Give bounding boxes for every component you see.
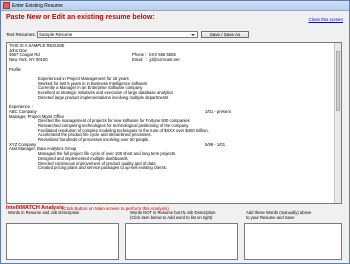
matched-words-label-text: Words in Resume and Job Description bbox=[8, 210, 80, 215]
resume-line: XYZ Company 5/99 - 1/01 bbox=[9, 141, 339, 148]
resume-select-row: Text Resumes: Sample Resume bbox=[6, 31, 198, 38]
matched-words-list[interactable] bbox=[6, 223, 119, 260]
close-screen-link[interactable]: Close this screen bbox=[308, 17, 343, 22]
text-resumes-label: Text Resumes: bbox=[6, 32, 36, 37]
date-line: 1/01 - present bbox=[205, 108, 231, 114]
add-words-label: Add these Words (manually) above to your… bbox=[246, 210, 311, 221]
resume-line: ABC Company 1/01 - present bbox=[9, 108, 339, 115]
app-window: Enter Existing Resume Paste New or Edit … bbox=[0, 0, 350, 264]
window-title: Enter Existing Resume bbox=[12, 2, 63, 9]
resume-select[interactable]: Sample Resume bbox=[37, 31, 198, 38]
resume-line: New York, NY 00100 Email : jd@comcast.net bbox=[9, 57, 339, 63]
company-line: XYZ Company bbox=[9, 141, 37, 147]
scroll-thumb[interactable] bbox=[336, 51, 340, 111]
matched-words-label: Words in Resume and Job Description bbox=[8, 210, 80, 216]
missing-words-list[interactable] bbox=[125, 223, 238, 260]
save-button[interactable]: Save / Save As bbox=[201, 31, 249, 38]
title-bar: Enter Existing Resume bbox=[1, 1, 349, 11]
page-heading: Paste New or Edit an existing resume bel… bbox=[6, 14, 155, 21]
date-line: 5/99 - 1/01 bbox=[205, 141, 226, 147]
company-line: ABC Company bbox=[9, 108, 37, 114]
missing-words-label-line2: (Click item below to Add word to list on… bbox=[130, 214, 213, 220]
resume-textarea[interactable]: THIS IS A SAMPLE RESUME John Doe 4567 Co… bbox=[6, 42, 342, 204]
app-icon bbox=[3, 2, 10, 9]
add-words-label-line2: to your Resume and Save bbox=[246, 214, 295, 220]
bullet-line: Created pricing plans and service packag… bbox=[38, 165, 167, 171]
email-line: Email : jd@comcast.net bbox=[132, 57, 180, 63]
add-words-textbox[interactable] bbox=[244, 223, 342, 260]
city-line: New York, NY 00100 bbox=[9, 57, 48, 63]
vertical-scrollbar[interactable] bbox=[334, 43, 341, 203]
resume-select-value: Sample Resume bbox=[39, 32, 73, 37]
chevron-down-icon[interactable] bbox=[191, 33, 195, 36]
missing-words-label: Words NOT in Resume but IN Job Descripti… bbox=[130, 210, 216, 221]
